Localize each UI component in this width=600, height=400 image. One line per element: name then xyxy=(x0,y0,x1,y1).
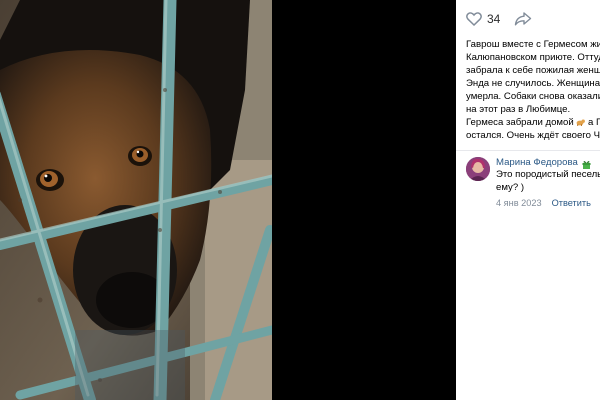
caption-line: Калюпановском приюте. Оттуд xyxy=(466,52,600,63)
likes-count: 34 xyxy=(487,12,501,26)
caption-line: остался. Очень ждёт своего Че xyxy=(466,130,600,141)
divider xyxy=(456,150,600,151)
comment-text-line: Это породистый песель xyxy=(496,169,600,180)
share-button[interactable] xyxy=(514,12,532,26)
avatar[interactable] xyxy=(466,157,490,181)
comment-text-line: ему? ) xyxy=(496,181,525,193)
caption-line: забрала к себе пожилая женщ xyxy=(466,65,600,76)
caption-text: а Г xyxy=(585,117,600,128)
post-actions: 34 xyxy=(466,9,532,29)
caption-line: на этот раз в Любимце. xyxy=(466,104,571,115)
reply-button[interactable]: Ответить xyxy=(552,198,591,208)
comment-body: Марина Федорова Это породистый песель ем… xyxy=(496,157,600,208)
caption-line: Гермеса забрали домой а Г xyxy=(466,116,600,129)
like-button[interactable]: 34 xyxy=(466,12,500,26)
comment-author[interactable]: Марина Федорова xyxy=(496,157,578,168)
photo-viewer-background xyxy=(272,0,456,400)
caption-text: Гермеса забрали домой xyxy=(466,117,574,128)
comment-date[interactable]: 4 янв 2023 xyxy=(496,198,542,208)
comment-meta: 4 янв 2023 Ответить xyxy=(496,198,600,208)
share-arrow-icon xyxy=(514,12,532,26)
caption-line: умерла. Собаки снова оказали xyxy=(466,91,600,102)
heart-icon xyxy=(466,12,482,26)
post-side-panel: 34 Гаврош вместе с Гермесом жил Калюпано… xyxy=(456,0,600,400)
comment-author-row: Марина Федорова xyxy=(496,157,600,169)
post-photo[interactable] xyxy=(0,0,272,400)
caption-line: Гаврош вместе с Гермесом жил xyxy=(466,39,600,50)
caption-line: Энда не случилось. Женщина з xyxy=(466,78,600,89)
post-caption: Гаврош вместе с Гермесом жил Калюпановск… xyxy=(466,38,600,142)
comment-text: Это породистый песель ему? ) xyxy=(496,169,600,194)
dog-behind-bars-photo xyxy=(0,0,272,400)
gift-badge-icon[interactable] xyxy=(581,157,592,169)
